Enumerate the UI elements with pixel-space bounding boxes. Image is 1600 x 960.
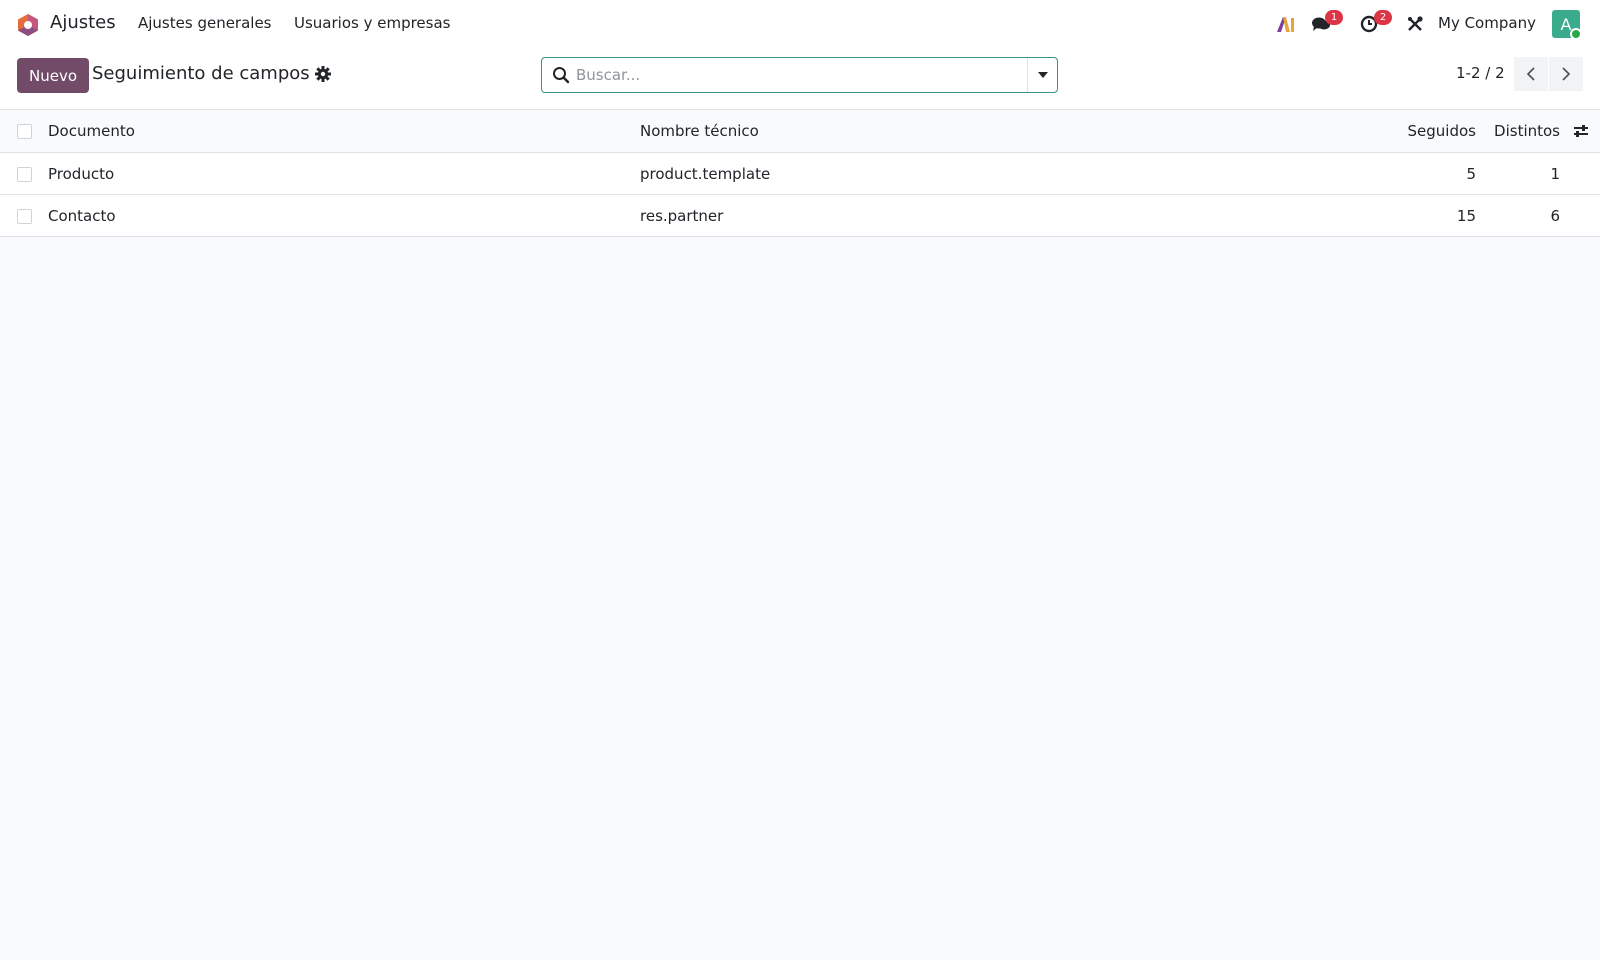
row-checkbox[interactable] [17,209,32,224]
list-view: Documento Nombre técnico Seguidos Distin… [0,110,1600,237]
pager-previous-button[interactable] [1514,57,1548,91]
search-icon [553,67,570,84]
pager-value[interactable]: 1-2 / 2 [1456,64,1505,82]
caret-down-icon [1037,72,1048,78]
messages-systray[interactable]: 1 [1311,10,1343,36]
top-navbar: Ajustes Ajustes generales Usuarios y emp… [0,0,1600,48]
app-name[interactable]: Ajustes [50,12,116,33]
tools-icon [1408,16,1423,31]
cell-distinct: 1 [1550,165,1560,183]
table-row[interactable]: Contacto res.partner 15 6 [0,195,1600,237]
cell-followed: 5 [1466,165,1476,183]
list-header-row: Documento Nombre técnico Seguidos Distin… [0,110,1600,153]
control-panel: Nuevo Seguimiento de campos 1-2 / 2 [0,48,1600,110]
column-header-document[interactable]: Documento [48,122,135,140]
row-checkbox[interactable] [17,167,32,182]
chevron-left-icon [1526,67,1535,81]
messages-badge: 1 [1325,10,1343,25]
online-status-dot [1570,28,1582,40]
menu-ajustes-generales[interactable]: Ajustes generales [138,14,272,32]
debug-systray[interactable] [1406,12,1424,36]
pager-next-button[interactable] [1549,57,1583,91]
chevron-right-icon [1562,67,1571,81]
search-options-toggle[interactable] [1027,58,1057,92]
column-header-followed[interactable]: Seguidos [1408,122,1476,140]
cell-document: Contacto [48,207,116,225]
menu-usuarios-empresas[interactable]: Usuarios y empresas [294,14,450,32]
odoo-logo-icon[interactable] [16,13,40,37]
search-input[interactable] [576,58,1016,92]
table-row[interactable]: Producto product.template 5 1 [0,153,1600,195]
cell-technical-name: product.template [640,165,771,183]
ai-systray[interactable] [1276,12,1296,36]
column-header-technical-name[interactable]: Nombre técnico [640,122,759,140]
activity-systray[interactable]: 2 [1360,10,1392,36]
cell-document: Producto [48,165,115,183]
page-title: Seguimiento de campos [92,63,310,84]
cell-followed: 15 [1456,207,1476,225]
search-bar[interactable] [541,57,1058,93]
gear-icon[interactable] [314,65,332,83]
company-switcher[interactable]: My Company [1438,14,1536,32]
new-button[interactable]: Nuevo [17,58,90,93]
optional-columns-icon[interactable] [1572,122,1590,140]
activity-badge: 2 [1374,10,1392,25]
column-header-distinct[interactable]: Distintos [1494,122,1560,140]
select-all-checkbox[interactable] [17,124,32,139]
cell-distinct: 6 [1550,207,1560,225]
ai-icon [1277,17,1294,32]
cell-technical-name: res.partner [640,207,724,225]
